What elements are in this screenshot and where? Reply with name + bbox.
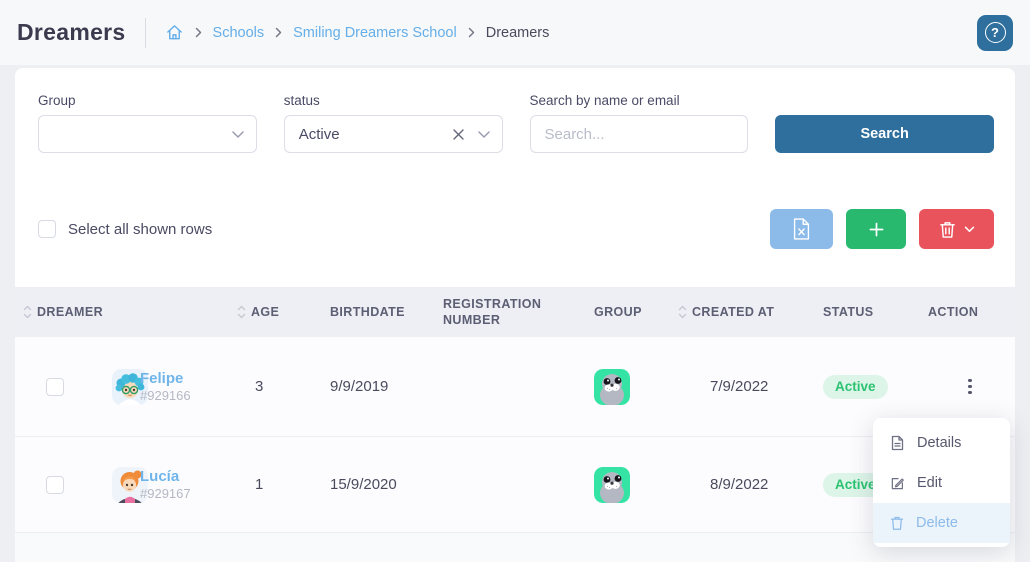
status-cell: Active <box>810 374 905 399</box>
bulk-actions-row: Select all shown rows <box>38 209 994 249</box>
seal-avatar <box>594 368 630 405</box>
trash-icon <box>890 515 904 531</box>
bulk-delete-button[interactable] <box>919 209 994 249</box>
seal-avatar <box>594 466 630 503</box>
dreamer-id: #929166 <box>140 387 191 403</box>
column-header-birthdate: BIRTHDATE <box>330 304 405 319</box>
filters-bar: Group status Active Search by name or em… <box>38 93 994 153</box>
breadcrumb-separator-icon <box>275 27 282 38</box>
column-header-age[interactable]: AGE <box>225 304 300 320</box>
birthdate-cell: 15/9/2020 <box>330 476 397 493</box>
group-cell <box>580 368 670 405</box>
status-filter-label: status <box>283 93 320 108</box>
table-header: DREAMER AGE BIRTHDATE REGISTRATION NUMBE… <box>15 287 1015 337</box>
menu-item-details[interactable]: Details <box>873 423 1010 463</box>
status-badge: Active <box>823 374 888 399</box>
column-header-status: STATUS <box>823 304 874 319</box>
column-header-dreamer[interactable]: DREAMER <box>15 304 225 320</box>
clear-icon[interactable] <box>452 128 465 141</box>
search-button[interactable]: Search <box>775 115 994 153</box>
boy-blue-hair-avatar <box>88 368 148 405</box>
sort-icon[interactable] <box>237 304 246 320</box>
status-select[interactable]: Active <box>283 115 503 153</box>
column-header-action: ACTION <box>928 304 979 319</box>
chevron-down-icon[interactable] <box>232 130 244 138</box>
next-row-strip <box>15 533 1015 562</box>
add-dreamer-button[interactable] <box>846 209 906 249</box>
table-row: Felipe #929166 3 9/9/2019 7/9/2022 Activ… <box>15 337 1015 437</box>
age-cell: 1 <box>255 476 264 493</box>
dreamer-id: #929167 <box>140 485 191 501</box>
group-select[interactable] <box>38 115 257 153</box>
action-cell <box>905 375 1015 399</box>
document-icon <box>890 435 905 451</box>
breadcrumb: Schools Smiling Dreamers School Dreamers <box>165 23 550 42</box>
chevron-down-icon <box>964 226 975 233</box>
dreamers-table: DREAMER AGE BIRTHDATE REGISTRATION NUMBE… <box>15 287 1015 562</box>
select-all-label: Select all shown rows <box>68 220 213 238</box>
top-bar: Dreamers Schools Smiling Dreamers School… <box>0 0 1030 65</box>
birthdate-cell: 9/9/2019 <box>330 378 389 395</box>
question-mark-icon: ? <box>984 22 1006 43</box>
group-cell <box>580 466 670 503</box>
row-checkbox[interactable] <box>46 377 64 396</box>
search-input[interactable] <box>529 115 749 153</box>
breadcrumb-separator-icon <box>468 27 475 38</box>
row-action-menu: Details Edit Delete <box>873 418 1010 547</box>
select-all-checkbox[interactable] <box>38 220 56 238</box>
row-checkbox[interactable] <box>46 475 64 494</box>
menu-item-edit[interactable]: Edit <box>873 463 1010 503</box>
group-filter-label: Group <box>38 93 76 108</box>
row-actions-kebab-icon[interactable] <box>963 375 977 399</box>
breadcrumb-link-schools[interactable]: Schools <box>213 25 265 41</box>
excel-file-icon <box>792 217 811 241</box>
dreamer-name-link[interactable]: Lucía <box>140 468 191 485</box>
breadcrumb-separator-icon <box>195 27 202 38</box>
help-button[interactable]: ? <box>977 14 1013 51</box>
edit-pencil-icon <box>890 476 905 491</box>
breadcrumb-link-school[interactable]: Smiling Dreamers School <box>293 25 457 41</box>
page-title: Dreamers <box>17 19 126 45</box>
dreamer-name-link[interactable]: Felipe <box>140 370 191 387</box>
export-excel-button[interactable] <box>770 209 833 249</box>
plus-icon <box>869 222 884 237</box>
status-select-value: Active <box>298 125 340 143</box>
column-header-registration-number: REGISTRATION NUMBER <box>443 296 542 327</box>
column-header-group: GROUP <box>594 304 642 319</box>
title-divider <box>144 17 146 48</box>
home-icon[interactable] <box>165 23 184 42</box>
search-filter-label: Search by name or email <box>529 93 680 108</box>
girl-orange-hair-avatar <box>88 466 148 503</box>
sort-icon[interactable] <box>678 304 687 320</box>
column-header-created-at[interactable]: CREATED AT <box>670 304 810 320</box>
created-at-cell: 7/9/2022 <box>710 378 769 395</box>
created-at-cell: 8/9/2022 <box>710 476 769 493</box>
sort-icon[interactable] <box>23 304 32 320</box>
breadcrumb-current: Dreamers <box>485 24 550 41</box>
content-card: Group status Active Search by name or em… <box>15 68 1015 562</box>
trash-icon <box>939 220 956 239</box>
table-row: Lucía #929167 1 15/9/2020 8/9/2022 Activ… <box>15 437 1015 533</box>
chevron-down-icon[interactable] <box>477 130 490 138</box>
age-cell: 3 <box>255 378 264 395</box>
toolbar <box>770 209 994 249</box>
menu-item-delete[interactable]: Delete <box>873 503 1010 543</box>
